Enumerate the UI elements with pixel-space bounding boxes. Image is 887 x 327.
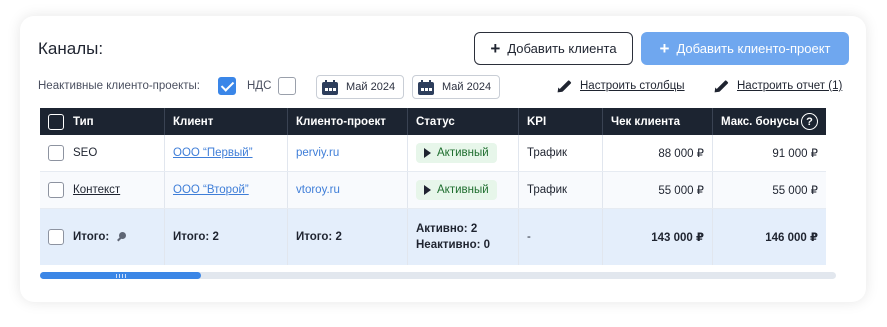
play-icon <box>424 185 431 195</box>
add-client-button[interactable]: + Добавить клиента <box>474 32 633 65</box>
project-link[interactable]: vtoroy.ru <box>296 184 340 196</box>
total-check: 143 000 ₽ <box>603 209 713 265</box>
total-kpi: - <box>519 209 603 265</box>
configure-report-label: Настроить отчет (1) <box>737 80 843 92</box>
plus-icon: + <box>659 39 670 58</box>
total-label: Итого: <box>73 231 110 243</box>
configure-report-link[interactable]: Настроить отчет (1) <box>712 79 843 95</box>
calendar-icon <box>418 79 434 95</box>
column-header-bonus[interactable]: Макс. бонусы ? <box>713 108 826 135</box>
row-checkbox[interactable] <box>48 145 64 161</box>
table-row: Контекст ООО “Второй” vtoroy.ru Активный… <box>40 172 826 209</box>
pencil-icon <box>712 79 729 95</box>
column-header-check[interactable]: Чек клиента <box>603 108 713 135</box>
total-checkbox[interactable] <box>48 229 64 245</box>
channels-table: Тип Клиент Клиенто-проект Статус KPI Чек… <box>40 108 826 265</box>
client-link[interactable]: ООО “Первый” <box>173 147 253 159</box>
row-bonus: 55 000 ₽ <box>772 185 818 197</box>
client-link[interactable]: ООО “Второй” <box>173 184 249 196</box>
column-header-kpi[interactable]: KPI <box>519 108 603 135</box>
table-row: SEO ООО “Первый” perviy.ru Активный Траф… <box>40 135 826 172</box>
row-type[interactable]: Контекст <box>73 184 120 196</box>
pencil-icon <box>555 79 572 95</box>
row-type: SEO <box>73 147 98 159</box>
vat-checkbox[interactable] <box>278 77 296 95</box>
total-row: Итого: Итого: 2 Итого: 2 Активно: 2 Неак… <box>40 209 826 265</box>
row-bonus: 91 000 ₽ <box>772 148 818 160</box>
column-header-project[interactable]: Клиенто-проект <box>288 108 408 135</box>
total-projects: Итого: 2 <box>288 209 408 265</box>
status-badge: Активный <box>416 143 497 163</box>
add-client-project-label: Добавить клиенто-проект <box>676 41 831 56</box>
add-client-project-button[interactable]: + Добавить клиенто-проект <box>641 32 849 65</box>
select-all-checkbox[interactable] <box>48 113 64 130</box>
play-icon <box>424 148 431 158</box>
total-inactive: Неактивно: 0 <box>416 238 491 251</box>
date-to-value: Май 2024 <box>442 81 492 93</box>
row-checkbox[interactable] <box>48 182 64 198</box>
date-from-value: Май 2024 <box>346 81 396 93</box>
configure-columns-label: Настроить столбцы <box>580 80 685 92</box>
project-link[interactable]: perviy.ru <box>296 147 339 159</box>
row-check: 55 000 ₽ <box>603 172 713 208</box>
scrollbar-thumb[interactable] <box>40 272 201 279</box>
column-header-status[interactable]: Статус <box>408 108 519 135</box>
page-title: Каналы: <box>38 39 104 58</box>
row-check: 88 000 ₽ <box>603 135 713 171</box>
row-kpi: Трафик <box>519 135 603 171</box>
column-header-type: Тип <box>40 108 165 135</box>
calendar-icon <box>322 79 338 95</box>
table-header-row: Тип Клиент Клиенто-проект Статус KPI Чек… <box>40 108 826 135</box>
column-header-client[interactable]: Клиент <box>165 108 288 135</box>
configure-columns-link[interactable]: Настроить столбцы <box>555 79 685 95</box>
vat-label: НДС <box>247 80 272 92</box>
add-client-label: Добавить клиента <box>507 41 617 56</box>
date-from-picker[interactable]: Май 2024 <box>316 75 404 99</box>
total-active: Активно: 2 <box>416 222 478 235</box>
status-badge: Активный <box>416 180 497 200</box>
inactive-projects-label: Неактивные клиенто-проекты: <box>38 80 200 92</box>
help-icon[interactable]: ? <box>801 113 818 130</box>
date-to-picker[interactable]: Май 2024 <box>412 75 500 99</box>
inactive-projects-checkbox[interactable] <box>218 77 236 95</box>
total-bonus: 146 000 ₽ <box>765 232 818 244</box>
total-clients: Итого: 2 <box>165 209 288 265</box>
pin-icon[interactable] <box>117 232 127 242</box>
plus-icon: + <box>490 39 501 58</box>
row-kpi: Трафик <box>519 172 603 208</box>
